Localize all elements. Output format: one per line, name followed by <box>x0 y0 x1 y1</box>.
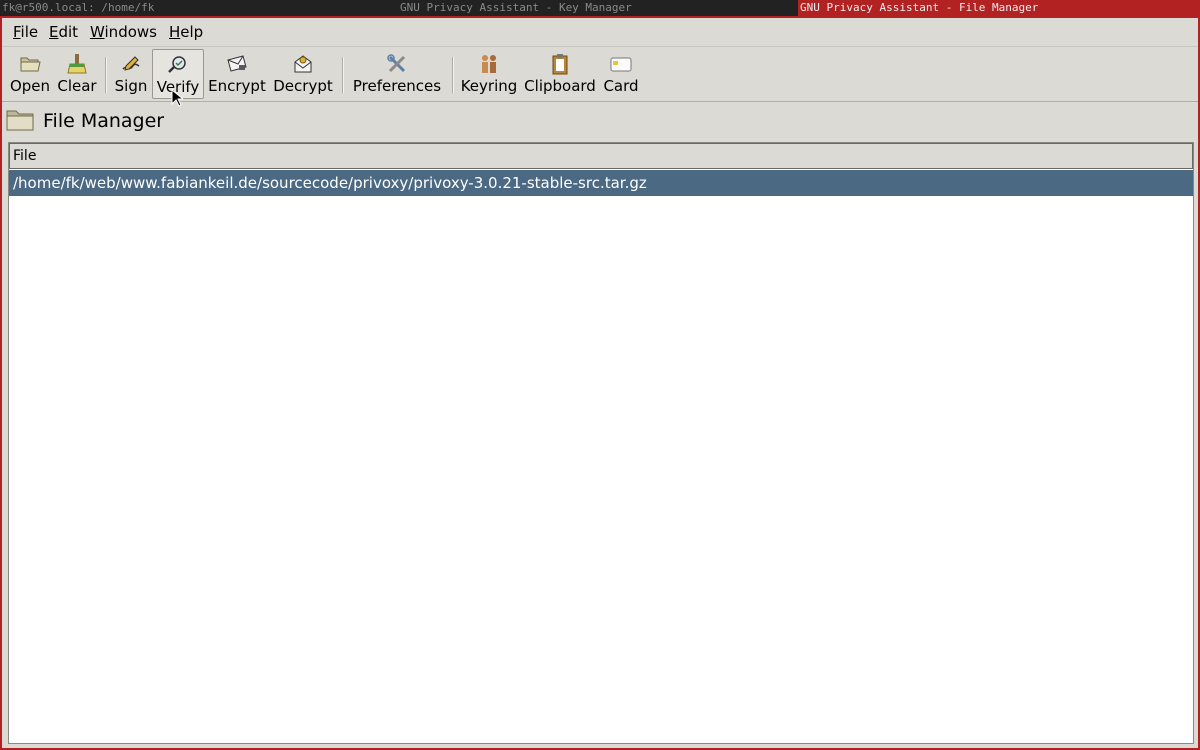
card-button-label: Card <box>603 77 639 95</box>
menu-windows-label: indows <box>104 23 157 41</box>
section-header: File Manager <box>2 102 1198 142</box>
key-manager-window-title[interactable]: GNU Privacy Assistant - Key Manager <box>400 0 700 16</box>
toolbar-separator <box>342 57 344 93</box>
toolbar-separator <box>452 57 454 93</box>
encrypt-button[interactable]: Encrypt <box>207 49 267 99</box>
menu-windows[interactable]: Windows <box>88 22 159 42</box>
menu-file[interactable]: File <box>11 22 40 42</box>
column-header-file[interactable]: File <box>9 143 1193 169</box>
file-list[interactable]: File /home/fk/web/www.fabiankeil.de/sour… <box>8 142 1194 744</box>
decrypt-button-label: Decrypt <box>273 77 333 95</box>
menubar: File Edit Windows Help <box>2 18 1198 46</box>
clipboard-button[interactable]: Clipboard <box>523 49 597 99</box>
menu-file-mnemonic: F <box>13 23 21 41</box>
tools-icon <box>387 54 406 73</box>
open-button[interactable]: Open <box>8 49 52 99</box>
menu-help-label: elp <box>180 23 204 41</box>
folder-icon <box>6 110 34 131</box>
file-row-selected[interactable]: /home/fk/web/www.fabiankeil.de/sourcecod… <box>9 170 1193 196</box>
smartcard-icon <box>610 57 632 72</box>
envelope-open-icon <box>294 55 312 73</box>
keyring-button[interactable]: Keyring <box>459 49 519 99</box>
menu-help[interactable]: Help <box>167 22 205 42</box>
open-button-label: Open <box>9 77 51 95</box>
menu-windows-mnemonic: W <box>90 23 105 41</box>
preferences-button-label: Preferences <box>352 77 442 95</box>
toolbar-separator <box>105 57 107 93</box>
clear-button-label: Clear <box>57 77 97 95</box>
terminal-window-title[interactable]: fk@r500.local: /home/fk <box>2 0 302 16</box>
menu-edit-label: dit <box>58 23 79 41</box>
pen-sign-icon <box>122 56 140 71</box>
menu-help-mnemonic: H <box>169 23 181 41</box>
keyring-button-label: Keyring <box>460 77 518 95</box>
decrypt-button[interactable]: Decrypt <box>272 49 334 99</box>
clear-button[interactable]: Clear <box>56 49 98 99</box>
sign-button-label: Sign <box>114 77 148 95</box>
people-keyring-icon <box>482 55 496 73</box>
preferences-button[interactable]: Preferences <box>350 49 444 99</box>
magnifier-verify-icon <box>168 56 186 73</box>
clipboard-button-label: Clipboard <box>524 77 596 95</box>
open-folder-icon <box>20 57 41 72</box>
card-button[interactable]: Card <box>601 49 641 99</box>
page-title: File Manager <box>43 110 165 132</box>
file-manager-window: File Edit Windows Help Open Clear Sign V… <box>0 16 1200 750</box>
menu-file-label: ile <box>20 23 39 41</box>
file-manager-window-title[interactable]: GNU Privacy Assistant - File Manager <box>798 0 1200 16</box>
window-manager-bar: fk@r500.local: /home/fk GNU Privacy Assi… <box>0 0 1200 16</box>
menu-edit[interactable]: Edit <box>47 22 80 42</box>
broom-icon <box>67 54 87 74</box>
clipboard-icon <box>552 54 568 75</box>
sign-button[interactable]: Sign <box>112 49 150 99</box>
envelope-lock-icon <box>227 55 247 72</box>
encrypt-button-label: Encrypt <box>208 77 266 95</box>
